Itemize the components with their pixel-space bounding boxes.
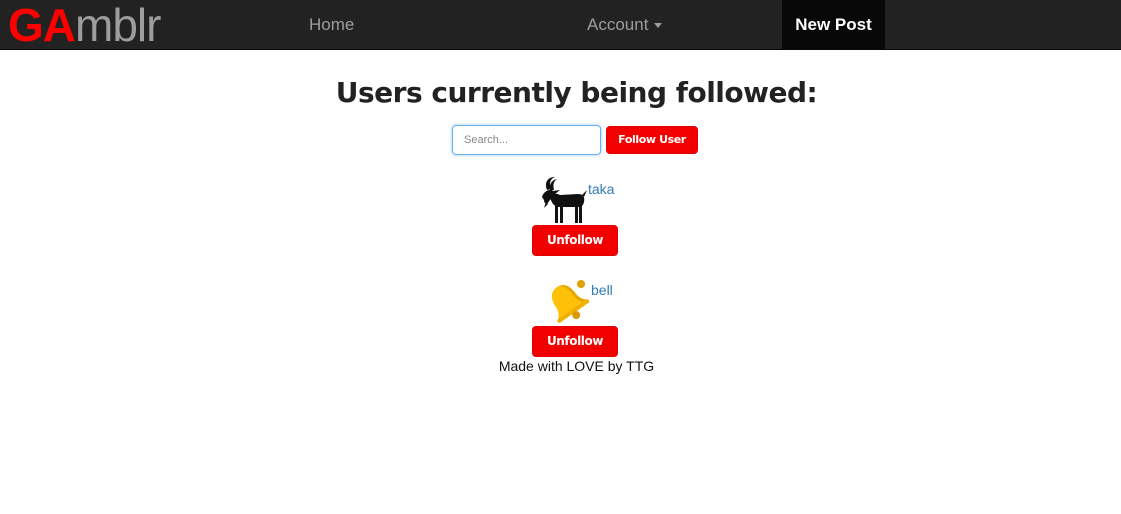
brand-rest: mblr: [75, 0, 161, 51]
caret-down-icon: [654, 23, 663, 29]
goat-icon: [538, 176, 588, 224]
nav-new-post-link[interactable]: New Post: [782, 0, 885, 50]
search-input[interactable]: [452, 125, 601, 155]
follow-user-button[interactable]: Follow User: [606, 126, 698, 154]
nav-home-link[interactable]: Home: [309, 0, 354, 50]
nav-account-label: Account: [587, 15, 649, 34]
followed-user-name[interactable]: taka: [588, 181, 614, 197]
unfollow-button[interactable]: Unfollow: [532, 225, 618, 256]
brand-logo[interactable]: GAmblr: [8, 0, 161, 51]
followed-user-name[interactable]: bell: [591, 282, 613, 298]
brand-highlight: GA: [8, 0, 76, 51]
footer-text: Made with LOVE by TTG: [498, 358, 655, 374]
top-navbar: GAmblr Home Account New Post: [0, 0, 1121, 50]
unfollow-button[interactable]: Unfollow: [532, 326, 618, 357]
nav-account-dropdown[interactable]: Account: [587, 0, 663, 50]
bell-icon: [545, 278, 590, 324]
page-title: Users currently being followed:: [335, 76, 818, 109]
